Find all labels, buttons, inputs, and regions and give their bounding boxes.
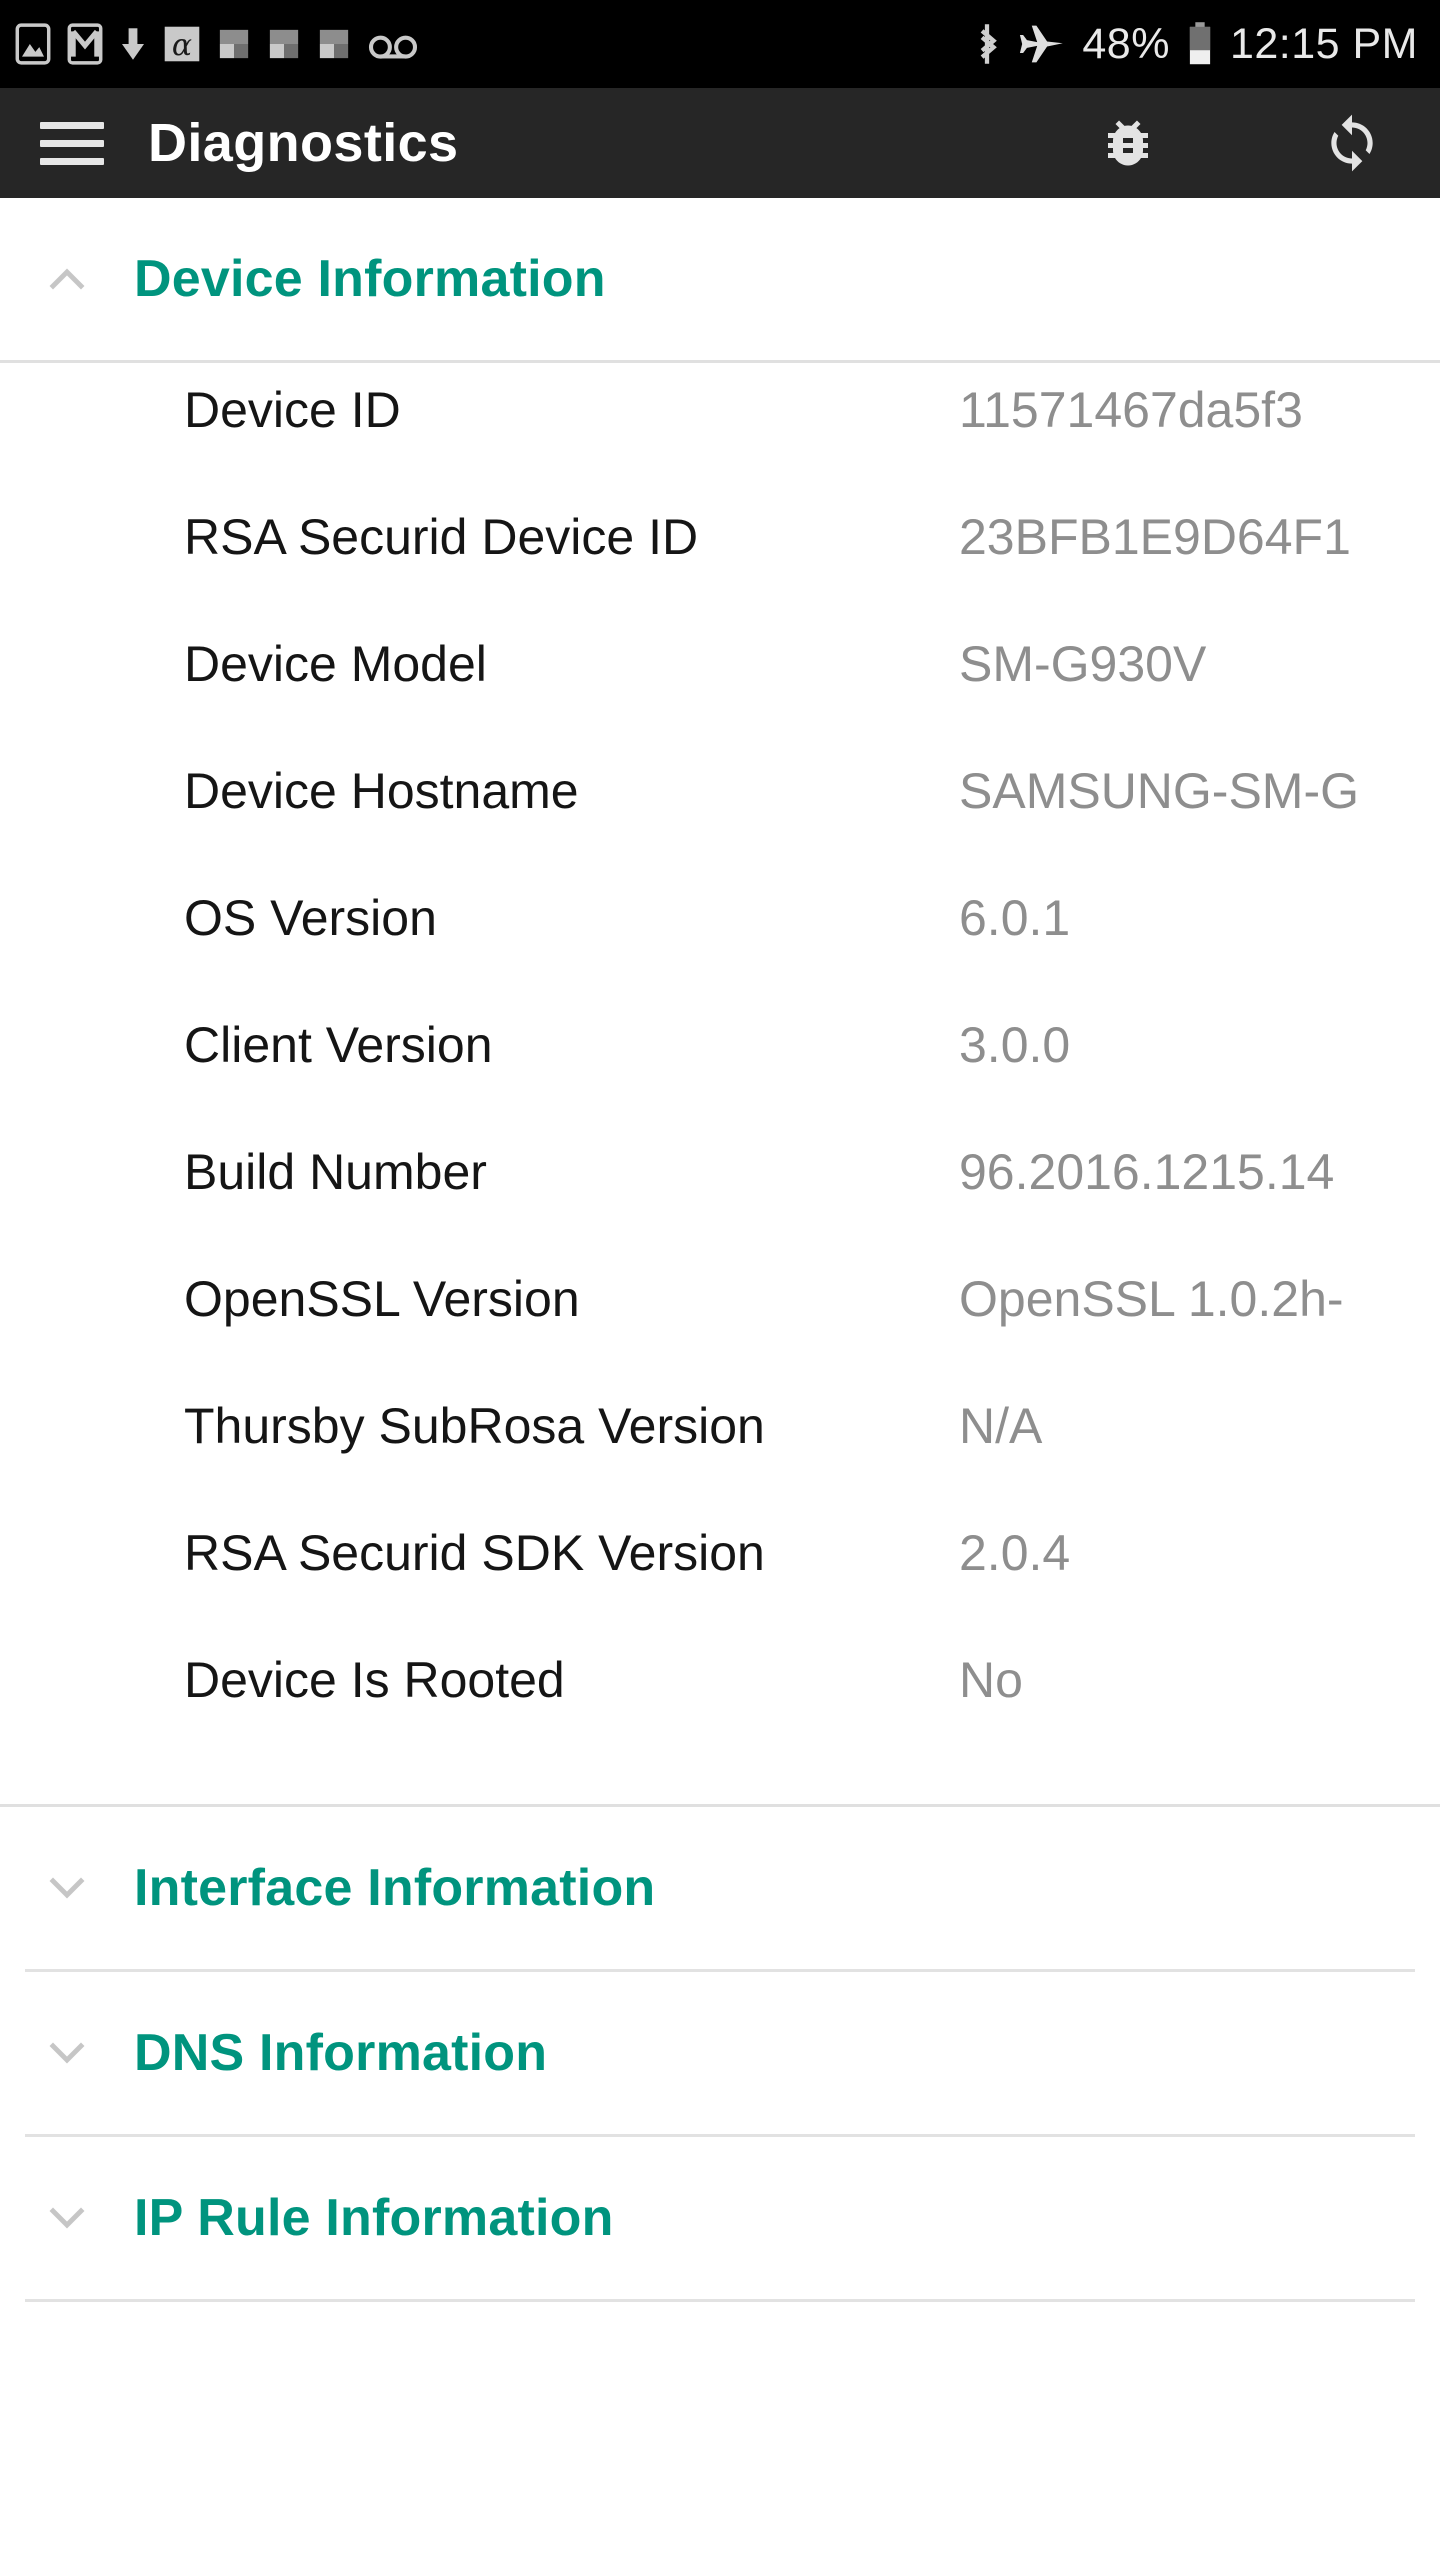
row-value: 3.0.0 xyxy=(959,1017,1071,1073)
row-label: Build Number xyxy=(184,1144,487,1200)
table-row[interactable]: RSA Securid SDK Version 2.0.4 xyxy=(0,1524,1440,1651)
row-label: Thursby SubRosa Version xyxy=(184,1398,765,1454)
section-header-dns-information[interactable]: DNS Information xyxy=(0,1972,1440,2134)
status-bar-notification-icons: α xyxy=(14,22,420,66)
row-label: Device Is Rooted xyxy=(184,1652,565,1708)
section-header-device-information[interactable]: Device Information xyxy=(0,198,1440,360)
table-row[interactable]: Build Number 96.2016.1215.14 xyxy=(0,1143,1440,1270)
table-row[interactable]: Device Is Rooted No xyxy=(0,1651,1440,1778)
row-label: OpenSSL Version xyxy=(184,1271,580,1327)
chevron-down-icon xyxy=(36,1857,98,1919)
debug-bug-button[interactable] xyxy=(1086,101,1170,185)
row-label: Device ID xyxy=(184,382,401,438)
row-value: 96.2016.1215.14 xyxy=(959,1144,1335,1200)
table-row[interactable]: Client Version 3.0.0 xyxy=(0,1016,1440,1143)
section-divider xyxy=(25,2299,1415,2302)
row-value: SAMSUNG-SM-G xyxy=(959,763,1359,819)
row-label: OS Version xyxy=(184,890,437,946)
section-title-device-information: Device Information xyxy=(134,250,606,308)
row-value: SM-G930V xyxy=(959,636,1207,692)
hamburger-bar-1 xyxy=(40,121,104,129)
table-row[interactable]: Device ID 11571467da5f3 xyxy=(0,381,1440,508)
table-row[interactable]: OpenSSL Version OpenSSL 1.0.2h- xyxy=(0,1270,1440,1397)
battery-icon xyxy=(1186,20,1214,68)
refresh-button[interactable] xyxy=(1310,101,1394,185)
chevron-down-icon xyxy=(36,2022,98,2084)
row-value: 2.0.4 xyxy=(959,1525,1071,1581)
download-icon xyxy=(122,28,144,60)
alpha-app-icon: α xyxy=(164,26,200,63)
row-label: Device Model xyxy=(184,636,487,692)
section-title-ip-rule-information: IP Rule Information xyxy=(134,2189,614,2247)
photo-icon xyxy=(15,23,51,65)
gmail-icon xyxy=(67,23,103,65)
status-bar-system-icons: 48% 12:15 PM xyxy=(972,20,1418,69)
bluetooth-icon xyxy=(981,24,998,64)
row-label: Device Hostname xyxy=(184,763,579,819)
row-value: OpenSSL 1.0.2h- xyxy=(959,1271,1344,1327)
bug-icon xyxy=(1108,120,1148,166)
airplane-mode-icon xyxy=(1020,25,1064,63)
hamburger-bar-3 xyxy=(40,157,104,165)
section-dns-information: DNS Information xyxy=(0,1972,1440,2137)
row-label: Client Version xyxy=(184,1017,493,1073)
row-value: N/A xyxy=(959,1398,1043,1454)
section-header-interface-information[interactable]: Interface Information xyxy=(0,1807,1440,1969)
hamburger-bar-2 xyxy=(40,139,104,147)
section-title-dns-information: DNS Information xyxy=(134,2024,548,2082)
row-value: 11571467da5f3 xyxy=(959,382,1303,438)
section-title-interface-information: Interface Information xyxy=(134,1859,656,1917)
battery-percent-label: 48% xyxy=(1082,19,1170,68)
row-value: No xyxy=(959,1652,1023,1708)
status-bar: α 48% 12:15 PM xyxy=(0,0,1440,88)
section-interface-information: Interface Information xyxy=(0,1807,1440,1972)
table-row[interactable]: OS Version 6.0.1 xyxy=(0,889,1440,1016)
table-row[interactable]: Device Model SM-G930V xyxy=(0,635,1440,762)
row-label: RSA Securid Device ID xyxy=(184,509,699,565)
section-device-information: Device Information Device ID 11571467da5… xyxy=(0,198,1440,1807)
app-notification-icon-2 xyxy=(269,29,299,59)
hamburger-menu-icon[interactable] xyxy=(40,111,104,175)
section-header-ip-rule-information[interactable]: IP Rule Information xyxy=(0,2137,1440,2299)
voicemail-icon xyxy=(368,35,418,59)
app-notification-icon-3 xyxy=(319,29,349,59)
table-row[interactable]: Thursby SubRosa Version N/A xyxy=(0,1397,1440,1524)
svg-text:α: α xyxy=(172,28,192,63)
page-title: Diagnostics xyxy=(148,113,459,173)
device-information-rows: Device ID 11571467da5f3 RSA Securid Devi… xyxy=(0,363,1440,1804)
chevron-down-icon xyxy=(36,2187,98,2249)
row-label: RSA Securid SDK Version xyxy=(184,1525,765,1581)
section-ip-rule-information: IP Rule Information xyxy=(0,2137,1440,2302)
chevron-up-icon xyxy=(36,248,98,310)
table-row[interactable]: RSA Securid Device ID 23BFB1E9D64F1 xyxy=(0,508,1440,635)
app-bar: Diagnostics xyxy=(0,88,1440,198)
row-value: 6.0.1 xyxy=(959,890,1071,946)
diagnostics-content: Device Information Device ID 11571467da5… xyxy=(0,198,1440,2302)
table-row[interactable]: Device Hostname SAMSUNG-SM-G xyxy=(0,762,1440,889)
app-notification-icon-1 xyxy=(219,29,249,59)
row-value: 23BFB1E9D64F1 xyxy=(959,509,1351,565)
refresh-icon xyxy=(1331,114,1373,172)
clock-label: 12:15 PM xyxy=(1229,19,1418,68)
